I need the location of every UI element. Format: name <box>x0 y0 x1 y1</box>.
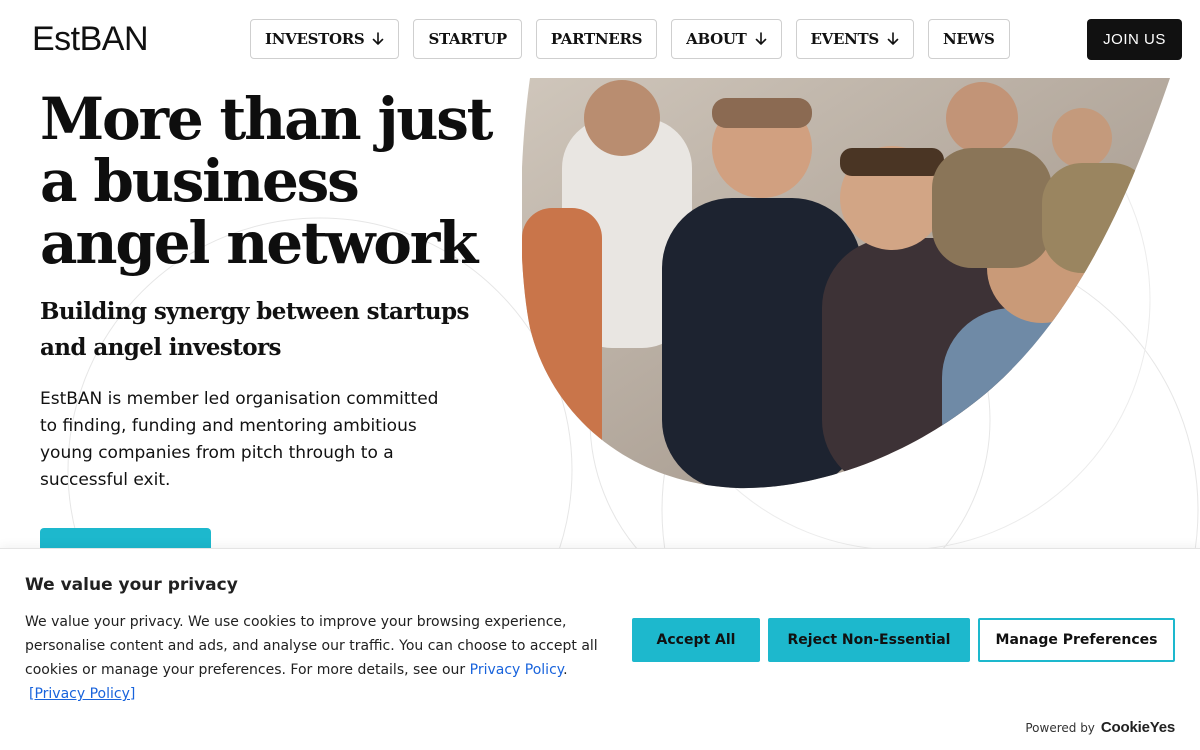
nav-label: INVESTORS <box>265 30 365 48</box>
powered-by-text: Powered by <box>1025 721 1095 735</box>
manage-preferences-button[interactable]: Manage Preferences <box>978 618 1175 662</box>
nav-events[interactable]: EVENTS <box>795 19 914 59</box>
privacy-policy-link[interactable]: Privacy Policy <box>470 662 563 678</box>
arrow-down-icon <box>887 32 899 45</box>
cookieyes-logo: CookieYes <box>1100 719 1175 736</box>
nav-label: EVENTS <box>810 30 880 48</box>
cookie-title: We value your privacy <box>25 575 238 595</box>
nav-news[interactable]: NEWS <box>927 19 1010 59</box>
accept-all-button[interactable]: Accept All <box>632 618 760 662</box>
reject-non-essential-button[interactable]: Reject Non-Essential <box>768 618 970 662</box>
nav-startup[interactable]: STARTUP <box>413 19 522 59</box>
hero-photo <box>522 78 1170 489</box>
arrow-down-icon <box>373 32 384 45</box>
cookie-consent-banner: We value your privacy We value your priv… <box>0 548 1200 750</box>
hero-title: More than just a business angel network <box>40 85 493 277</box>
privacy-policy-bracket-link[interactable]: [Privacy Policy] <box>29 686 135 702</box>
powered-by[interactable]: Powered by CookieYes <box>1025 719 1175 736</box>
nav-about[interactable]: ABOUT <box>671 19 782 59</box>
hero-description: EstBAN is member led organisation commit… <box>40 389 439 490</box>
nav-label: NEWS <box>942 30 995 48</box>
estban-logo[interactable]: EstBAN <box>32 20 149 58</box>
main-nav: INVESTORS STARTUP PARTNERS ABOUT EVENTS … <box>250 19 1010 59</box>
cookie-description: We value your privacy. We use cookies to… <box>25 614 598 702</box>
nav-label: PARTNERS <box>550 30 643 48</box>
nav-investors[interactable]: INVESTORS <box>250 19 400 59</box>
nav-label: ABOUT <box>686 30 747 48</box>
nav-partners[interactable]: PARTNERS <box>535 19 658 59</box>
join-us-button[interactable]: JOIN US <box>1087 19 1182 60</box>
hero-subtitle: Building synergy between startups and an… <box>40 298 469 361</box>
nav-label: STARTUP <box>428 30 507 48</box>
site-header: EstBAN INVESTORS STARTUP PARTNERS ABOUT … <box>0 0 1200 78</box>
arrow-down-icon <box>755 32 766 45</box>
